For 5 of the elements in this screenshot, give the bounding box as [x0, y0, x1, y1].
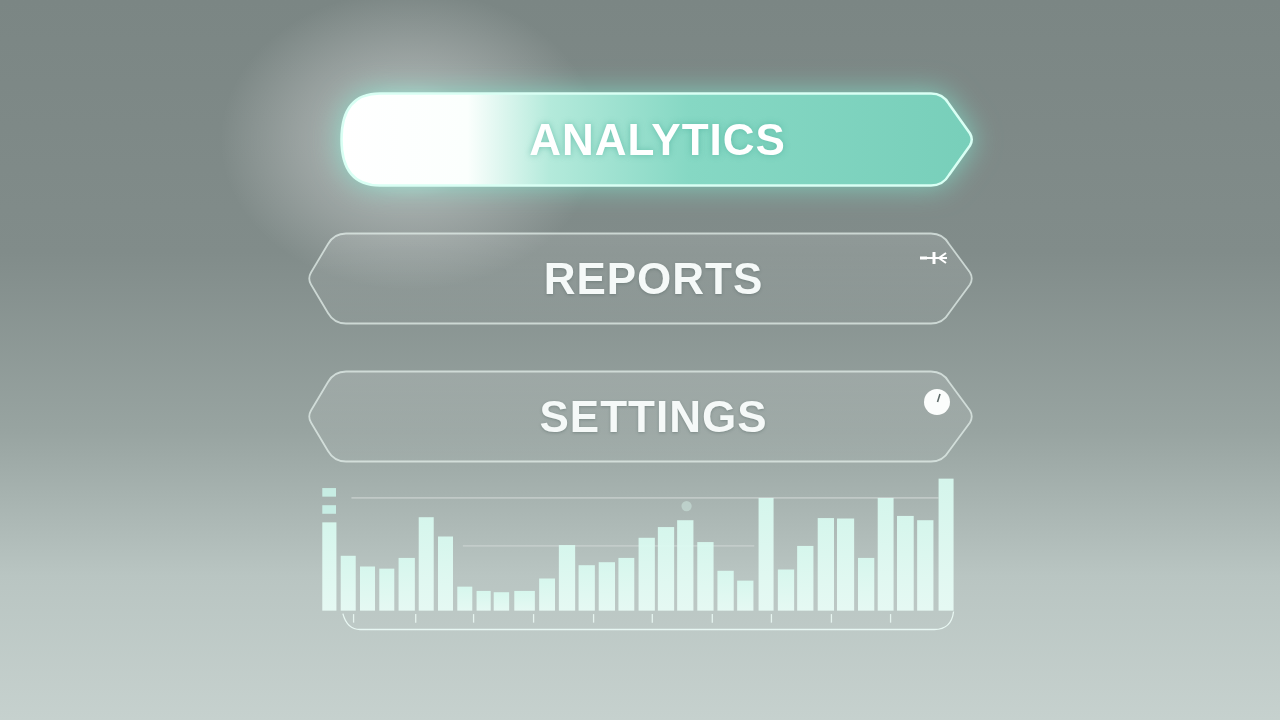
menu-button[interactable]: ANALYTICS	[340, 92, 975, 187]
menu-button[interactable]: REPORTS	[306, 232, 975, 325]
dial-icon	[924, 389, 950, 415]
satellite-icon	[920, 251, 950, 265]
menu-button[interactable]: SETTINGS	[306, 370, 975, 463]
